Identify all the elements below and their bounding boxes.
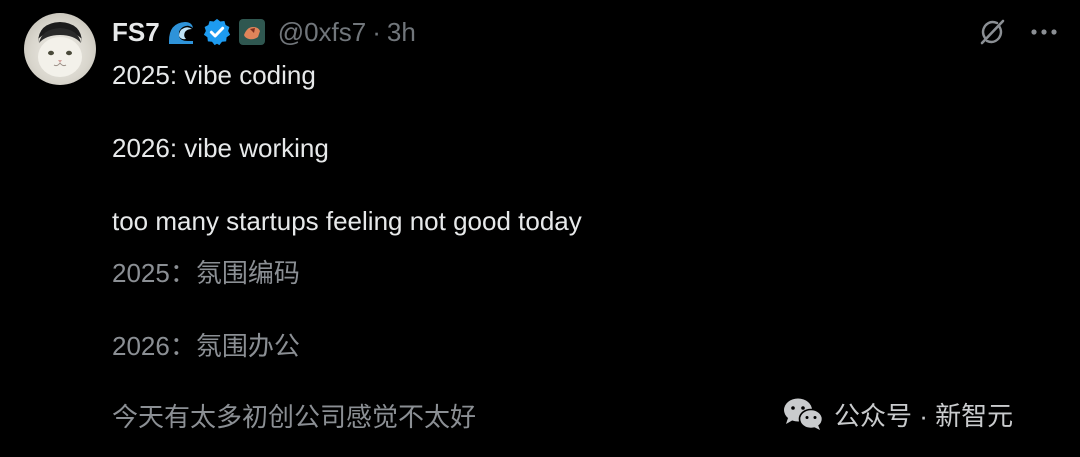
translation-line: 2025：氛围编码 [112, 258, 300, 288]
verified-badge-icon[interactable] [202, 17, 232, 47]
separator-dot: · [372, 16, 381, 47]
cat-avatar-image [38, 22, 82, 77]
more-options-button[interactable] [1026, 14, 1062, 50]
avatar[interactable] [24, 13, 96, 85]
wave-emoji-icon [166, 17, 196, 47]
author-name[interactable]: FS7 [112, 17, 160, 48]
tweet-text-line: too many startups feeling not good today [112, 206, 582, 236]
affiliate-badge-icon[interactable] [238, 18, 266, 46]
translation-line: 今天有太多初创公司感觉不太好 [112, 402, 477, 432]
tweet-header: FS7 @0xfs7 · 3h [112, 14, 416, 50]
tweet-text-line: 2026: vibe working [112, 133, 329, 163]
author-handle[interactable]: @0xfs7 [278, 17, 367, 48]
grok-button[interactable] [974, 14, 1010, 50]
watermark-text: 公众号 · 新智元 [834, 400, 1014, 431]
wechat-icon [784, 398, 824, 430]
grok-icon [980, 19, 1005, 45]
tweet-text-line: 2025: vibe coding [112, 60, 316, 90]
more-icon [1031, 29, 1057, 35]
watermark: 公众号 · 新智元 [782, 394, 1013, 434]
translation-line: 2026：氛围办公 [112, 331, 300, 361]
timestamp[interactable]: 3h [387, 17, 416, 48]
